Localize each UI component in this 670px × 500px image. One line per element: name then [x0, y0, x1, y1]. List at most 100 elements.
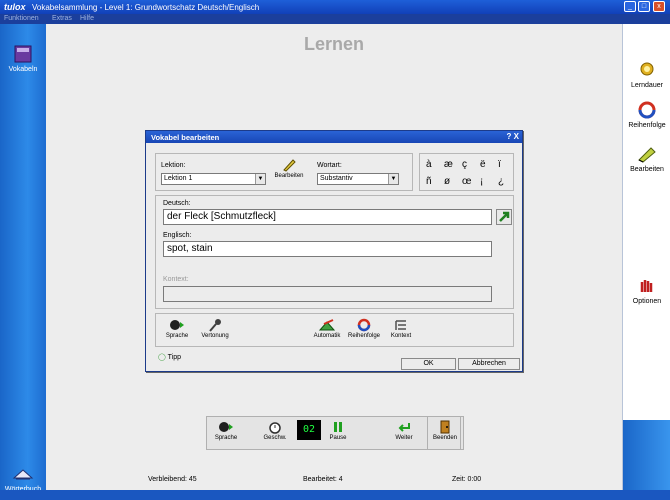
toolbar-weiter-label: Weiter [395, 435, 413, 441]
bearbeiten-button[interactable]: Bearbeiten [273, 158, 305, 179]
englisch-label: Englisch: [163, 232, 192, 239]
page-title: Lernen [303, 34, 364, 54]
status-verbleibend: Verbleibend: 45 [148, 476, 197, 483]
sidebar-optionen[interactable]: Optionen [623, 276, 670, 305]
bottom-toolbar: Sprache Geschw. 02 Pause Weiter [206, 416, 464, 450]
maximize-button[interactable]: □ [638, 1, 650, 12]
status-zeit: Zeit: 0:00 [452, 476, 482, 483]
deutsch-label: Deutsch: [163, 200, 191, 207]
sidebar-vokabeln-label: Vokabeln [8, 66, 38, 73]
automatik-label: Automatik [313, 333, 341, 339]
sidebar-woerterbuch[interactable]: Wörterbuch [0, 464, 46, 493]
char-button[interactable]: ï [498, 159, 501, 170]
beenden-label: Beenden [432, 435, 458, 441]
char-button[interactable]: ¡ [480, 176, 483, 187]
abbrechen-button[interactable]: Abbrechen [458, 358, 520, 370]
ok-button[interactable]: OK [401, 358, 456, 370]
char-button[interactable]: ¿ [498, 176, 504, 187]
status-bar: Verbleibend: 45 Bearbeitet: 4 Zeit: 0:00 [46, 472, 622, 490]
right-sidebar: Lerndauer Reihenfolge Bearbeiten Optione… [622, 24, 670, 500]
window-title: Vokabelsammlung - Level 1: Grundwortscha… [32, 3, 260, 12]
wortart-select[interactable]: Substantiv ▼ [317, 173, 399, 185]
vertonung-button[interactable]: Vertonung [198, 318, 232, 339]
toolbar-sprache-button[interactable]: Sprache [213, 420, 239, 441]
speaker-icon [218, 420, 234, 434]
pause-icon [330, 420, 346, 434]
window-bottom-border [0, 490, 670, 500]
toolbar-pause-label: Pause [329, 435, 347, 441]
green-arrow-icon [499, 211, 510, 222]
sidebar-bearbeiten-label: Bearbeiten [630, 166, 664, 173]
menu-funktionen[interactable]: Funktionen [4, 15, 39, 22]
sidebar-reihenfolge[interactable]: Reihenfolge [623, 100, 670, 129]
menu-hilfe[interactable]: Hilfe [80, 15, 94, 22]
char-button[interactable]: ë [480, 159, 486, 170]
vertonung-label: Vertonung [201, 333, 229, 339]
kontext-button[interactable]: Kontext [388, 318, 414, 339]
beenden-button[interactable]: Beenden [427, 416, 461, 450]
bearbeiten-label: Bearbeiten [274, 173, 304, 179]
stopwatch-icon [267, 420, 283, 434]
lektion-value: Lektion 1 [164, 175, 193, 182]
kontext-label: Kontext: [163, 276, 189, 283]
app-logo: tulox [4, 2, 26, 12]
dialog-help-close-controls[interactable]: ? X [507, 132, 519, 141]
englisch-field[interactable]: spot, stain [163, 241, 492, 257]
toolbar-weiter-button[interactable]: Weiter [391, 420, 417, 441]
sprache-button[interactable]: Sprache [164, 318, 190, 339]
kontext-field[interactable] [163, 286, 492, 302]
tools-group: Sprache Vertonung Automatik Reihenfolge … [155, 313, 514, 347]
microphone-icon [207, 318, 223, 332]
chevron-down-icon: ▼ [255, 174, 265, 184]
toolbar-sprache-label: Sprache [214, 435, 238, 441]
speaker-icon [169, 318, 185, 332]
kontext-tool-label: Kontext [390, 333, 412, 339]
char-button[interactable]: œ [462, 176, 471, 187]
char-button[interactable]: ø [444, 176, 450, 187]
woerterbuch-icon [12, 464, 34, 484]
options-hand-icon [636, 276, 658, 296]
automatik-icon [318, 318, 336, 332]
close-button[interactable]: x [653, 1, 665, 12]
dialog-title-bar: Vokabel bearbeiten ? X [146, 131, 522, 143]
char-button[interactable]: æ [444, 159, 453, 170]
char-button[interactable]: à [426, 159, 432, 170]
reihenfolge-tool-label: Reihenfolge [347, 333, 381, 339]
char-button[interactable]: ñ [426, 176, 432, 187]
toolbar-geschw-button[interactable]: Geschw. [261, 420, 289, 441]
medal-icon [636, 60, 658, 80]
edit-brush-icon [636, 144, 658, 164]
minimize-button[interactable]: _ [624, 1, 636, 12]
sidebar-optionen-label: Optionen [632, 298, 662, 305]
cycle-arrows-icon [356, 318, 372, 332]
tipp-link[interactable]: ◯ Tipp [158, 353, 181, 361]
left-sidebar: Vokabeln Wörterbuch [0, 24, 46, 500]
menu-bar: Funktionen Extras Hilfe [0, 14, 670, 24]
wortart-label: Wortart: [317, 162, 342, 169]
menu-extras[interactable]: Extras [52, 15, 72, 22]
beenden-tool: Beenden [430, 420, 460, 441]
list-icon [393, 318, 409, 332]
return-arrow-icon [396, 420, 412, 434]
right-sidebar-footer [623, 420, 670, 500]
vokabeln-book-icon [12, 44, 34, 64]
door-exit-icon [437, 420, 453, 434]
toolbar-pause-button[interactable]: Pause [325, 420, 351, 441]
lektion-label: Lektion: [161, 162, 186, 169]
tipp-label: Tipp [167, 354, 182, 361]
sidebar-lerndauer[interactable]: Lerndauer [623, 60, 670, 89]
automatik-button[interactable]: Automatik [312, 318, 342, 339]
sidebar-bearbeiten[interactable]: Bearbeiten [623, 144, 670, 173]
toolbar-geschw-label: Geschw. [263, 435, 287, 441]
sidebar-vokabeln[interactable]: Vokabeln [0, 44, 46, 73]
dialog-title: Vokabel bearbeiten [151, 133, 220, 142]
pencil-icon [281, 158, 297, 172]
deutsch-action-button[interactable] [496, 209, 512, 225]
edit-vocabulary-dialog: Vokabel bearbeiten ? X Lektion: Lektion … [145, 130, 523, 372]
char-button[interactable]: ç [462, 159, 467, 170]
vocabulary-fields-group: Deutsch: der Fleck [Schmutzfleck] Englis… [155, 195, 514, 309]
special-characters-group: à æ ç ë ï ñ ø œ ¡ ¿ [419, 153, 514, 191]
lektion-select[interactable]: Lektion 1 ▼ [161, 173, 266, 185]
reihenfolge-tool-button[interactable]: Reihenfolge [346, 318, 382, 339]
deutsch-field[interactable]: der Fleck [Schmutzfleck] [163, 209, 492, 225]
